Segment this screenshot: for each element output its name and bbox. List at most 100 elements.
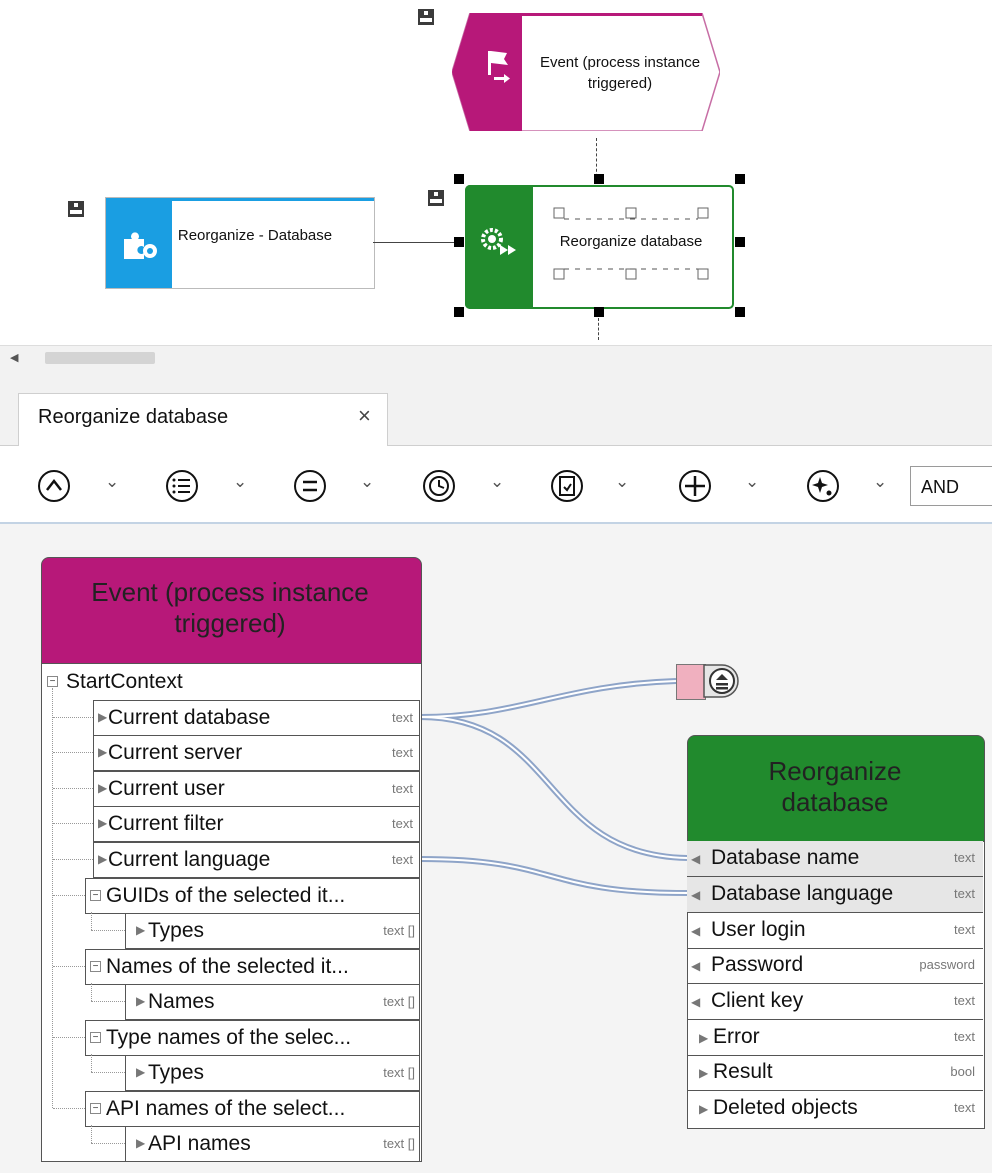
param-label: Database language bbox=[711, 882, 894, 905]
group-row[interactable]: − GUIDs of the selected it... bbox=[85, 878, 420, 914]
expand-icon[interactable]: ▶ bbox=[98, 745, 107, 759]
param-row[interactable]: ▶ Result bool bbox=[687, 1055, 983, 1091]
tree-line bbox=[91, 1072, 125, 1073]
group-row[interactable]: − API names of the select... bbox=[85, 1091, 420, 1127]
field-label: Current user bbox=[108, 777, 225, 800]
expand-icon[interactable]: ▶ bbox=[98, 852, 107, 866]
field-label: Names bbox=[148, 990, 215, 1013]
tree-line bbox=[91, 1001, 125, 1002]
expand-icon[interactable]: ▶ bbox=[136, 923, 145, 937]
field-row[interactable]: ▶ API names text [] bbox=[125, 1126, 420, 1162]
expand-icon[interactable]: ▶ bbox=[136, 1136, 145, 1150]
param-type: text bbox=[954, 886, 975, 901]
field-row[interactable]: ▶ Current user text bbox=[93, 771, 420, 807]
field-type: text [] bbox=[383, 1065, 415, 1080]
param-label: Database name bbox=[711, 846, 860, 869]
field-row[interactable]: ▶ Current database text bbox=[93, 700, 420, 736]
field-type: text bbox=[392, 745, 413, 760]
param-type: password bbox=[919, 957, 975, 972]
field-type: text bbox=[392, 852, 413, 867]
field-label: Current language bbox=[108, 848, 271, 871]
input-arrow-icon: ◀ bbox=[691, 924, 701, 938]
collapse-icon[interactable]: − bbox=[90, 1103, 101, 1114]
output-arrow-icon: ▶ bbox=[699, 1066, 709, 1080]
field-row[interactable]: ▶ Current language text bbox=[93, 842, 420, 878]
field-label: Types bbox=[148, 919, 205, 942]
field-type: text [] bbox=[383, 1136, 415, 1151]
param-row[interactable]: ▶ Deleted objects text bbox=[687, 1091, 983, 1126]
event-card-title: Event (process instance triggered) bbox=[91, 577, 369, 638]
group-label: GUIDs of the selected it... bbox=[106, 884, 346, 907]
group-label: Names of the selected it... bbox=[106, 955, 349, 978]
param-row[interactable]: ◀ Database name text bbox=[687, 841, 983, 877]
function-card-title: Reorganize database bbox=[768, 756, 902, 817]
field-label: Current filter bbox=[108, 812, 224, 835]
expand-icon[interactable]: ▶ bbox=[136, 994, 145, 1008]
param-label: Client key bbox=[711, 989, 804, 1012]
collapse-icon[interactable]: − bbox=[47, 676, 58, 687]
tree-line bbox=[53, 1037, 85, 1038]
tree-line bbox=[91, 912, 92, 930]
param-type: text bbox=[954, 993, 975, 1008]
tree-line bbox=[91, 1125, 92, 1143]
tree-line bbox=[53, 752, 93, 753]
param-label: User login bbox=[711, 918, 806, 941]
param-type: bool bbox=[950, 1064, 975, 1079]
eject-circle-icon[interactable] bbox=[702, 664, 742, 698]
field-type: text [] bbox=[383, 994, 415, 1009]
tree-line bbox=[91, 1143, 125, 1144]
collapse-icon[interactable]: − bbox=[90, 961, 101, 972]
field-label: API names bbox=[148, 1132, 251, 1155]
param-type: text bbox=[954, 1100, 975, 1115]
param-row[interactable]: ◀ Client key text bbox=[687, 984, 983, 1020]
tree-line bbox=[53, 1108, 85, 1109]
field-row[interactable]: ▶ Current filter text bbox=[93, 806, 420, 842]
field-label: Current database bbox=[108, 706, 271, 729]
expand-icon[interactable]: ▶ bbox=[98, 710, 107, 724]
output-arrow-icon: ▶ bbox=[699, 1102, 709, 1116]
expand-icon[interactable]: ▶ bbox=[98, 781, 107, 795]
param-label: Password bbox=[711, 953, 804, 976]
field-type: text bbox=[392, 816, 413, 831]
param-row[interactable]: ◀ Database language text bbox=[687, 877, 983, 913]
param-row[interactable]: ◀ User login text bbox=[687, 913, 983, 949]
param-type: text bbox=[954, 1029, 975, 1044]
field-type: text [] bbox=[383, 923, 415, 938]
tree-line bbox=[53, 859, 93, 860]
collapse-icon[interactable]: − bbox=[90, 1032, 101, 1043]
field-type: text bbox=[392, 710, 413, 725]
input-arrow-icon: ◀ bbox=[691, 852, 701, 866]
param-row[interactable]: ◀ Password password bbox=[687, 948, 983, 984]
tree-line bbox=[91, 930, 125, 931]
param-label: Deleted objects bbox=[713, 1096, 858, 1119]
tree-line bbox=[53, 895, 85, 896]
field-row[interactable]: ▶ Current server text bbox=[93, 735, 420, 771]
tree-line bbox=[53, 788, 93, 789]
expand-icon[interactable]: ▶ bbox=[98, 816, 107, 830]
param-row[interactable]: ▶ Error text bbox=[687, 1020, 983, 1056]
tree-line bbox=[91, 1054, 92, 1072]
output-arrow-icon: ▶ bbox=[699, 1031, 709, 1045]
field-label: Current server bbox=[108, 741, 243, 764]
tree-line bbox=[53, 717, 93, 718]
param-type: text bbox=[954, 850, 975, 865]
expand-icon[interactable]: ▶ bbox=[136, 1065, 145, 1079]
field-row[interactable]: ▶ Names text [] bbox=[125, 984, 420, 1020]
group-label: API names of the select... bbox=[106, 1097, 346, 1120]
group-row[interactable]: − Names of the selected it... bbox=[85, 949, 420, 985]
collapse-icon[interactable]: − bbox=[90, 890, 101, 901]
field-type: text bbox=[392, 781, 413, 796]
group-row[interactable]: − Type names of the selec... bbox=[85, 1020, 420, 1056]
input-arrow-icon: ◀ bbox=[691, 888, 701, 902]
input-arrow-icon: ◀ bbox=[691, 959, 701, 973]
tree-line bbox=[53, 823, 93, 824]
tree-line bbox=[91, 983, 92, 1001]
field-label: Types bbox=[148, 1061, 205, 1084]
param-label: Result bbox=[713, 1060, 773, 1083]
field-row[interactable]: ▶ Types text [] bbox=[125, 913, 420, 949]
field-row[interactable]: ▶ Types text [] bbox=[125, 1055, 420, 1091]
param-label: Error bbox=[713, 1025, 760, 1048]
tree-line bbox=[53, 966, 85, 967]
input-arrow-icon: ◀ bbox=[691, 995, 701, 1009]
tree-line bbox=[52, 688, 53, 1108]
